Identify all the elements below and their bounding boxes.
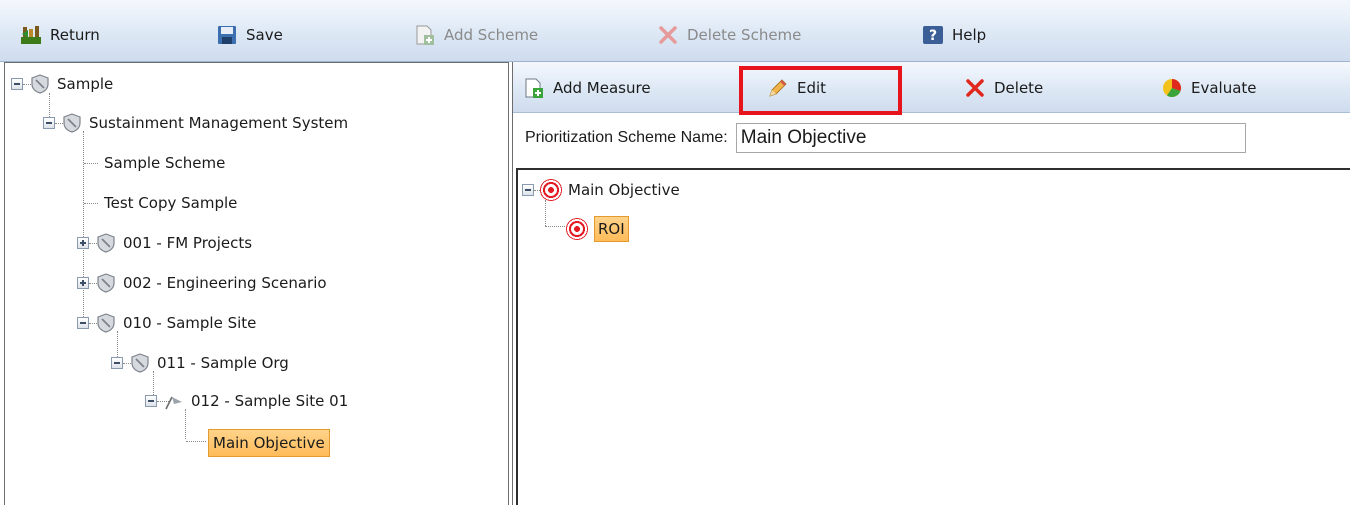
tree-label: 002 - Engineering Scenario bbox=[123, 274, 327, 292]
delete-button[interactable]: Delete bbox=[964, 75, 1043, 101]
delete-scheme-button[interactable]: Delete Scheme bbox=[657, 22, 801, 48]
collapse-toggle[interactable] bbox=[77, 317, 89, 329]
tree-node-sms[interactable]: Sustainment Management System bbox=[43, 111, 348, 135]
tree-label: Test Copy Sample bbox=[104, 194, 238, 212]
tree-node-001[interactable]: 001 - FM Projects bbox=[77, 231, 252, 255]
scheme-name-label: Prioritization Scheme Name: bbox=[525, 129, 728, 146]
tree-node-011[interactable]: 011 - Sample Org bbox=[111, 351, 289, 375]
evaluate-label: Evaluate bbox=[1191, 79, 1257, 97]
return-icon bbox=[20, 24, 42, 46]
scheme-name-row: Prioritization Scheme Name: bbox=[525, 122, 1246, 154]
evaluate-button[interactable]: Evaluate bbox=[1161, 75, 1257, 101]
return-button[interactable]: Return bbox=[20, 22, 100, 48]
expand-toggle[interactable] bbox=[77, 237, 89, 249]
collapse-toggle[interactable] bbox=[111, 357, 123, 369]
delete-scheme-label: Delete Scheme bbox=[687, 26, 802, 44]
tree-node-main-objective[interactable]: Main Objective bbox=[208, 427, 330, 459]
flag-icon bbox=[165, 396, 182, 410]
add-document-icon bbox=[414, 24, 436, 46]
delete-label: Delete bbox=[994, 79, 1044, 97]
target-icon bbox=[540, 179, 562, 201]
collapse-toggle[interactable] bbox=[11, 78, 23, 90]
main-toolbar: Return Save Add Scheme Delete Scheme ? H… bbox=[0, 0, 1350, 62]
tree-label: 012 - Sample Site 01 bbox=[191, 392, 349, 410]
collapse-toggle[interactable] bbox=[43, 117, 55, 129]
tree-node-sample-scheme[interactable]: Sample Scheme bbox=[104, 151, 225, 175]
target-icon bbox=[566, 218, 588, 240]
tree-node-012[interactable]: 012 - Sample Site 01 bbox=[145, 389, 348, 413]
objective-tree-area: Main Objective ROI bbox=[516, 168, 1350, 505]
tree-label-selected: Main Objective bbox=[208, 429, 330, 457]
collapse-toggle[interactable] bbox=[145, 395, 157, 407]
save-icon bbox=[216, 24, 238, 46]
delete-icon bbox=[964, 77, 986, 99]
expand-toggle[interactable] bbox=[77, 277, 89, 289]
shield-icon bbox=[97, 273, 115, 293]
shield-icon bbox=[63, 113, 81, 133]
objective-label-selected: ROI bbox=[594, 216, 629, 242]
scheme-name-input[interactable] bbox=[735, 123, 1246, 153]
tree-label: 011 - Sample Org bbox=[157, 354, 289, 372]
add-scheme-button[interactable]: Add Scheme bbox=[414, 22, 538, 48]
shield-icon bbox=[97, 233, 115, 253]
return-label: Return bbox=[50, 26, 100, 44]
tree-label: Sustainment Management System bbox=[89, 114, 349, 132]
save-label: Save bbox=[246, 26, 283, 44]
add-measure-label: Add Measure bbox=[553, 79, 651, 97]
help-button[interactable]: ? Help bbox=[922, 22, 986, 48]
delete-icon bbox=[657, 24, 679, 46]
tree-label: Sample bbox=[57, 75, 114, 93]
tree-label: 001 - FM Projects bbox=[123, 234, 253, 252]
org-tree-pane: Sample Sustainment Management System Sam… bbox=[4, 62, 509, 505]
objective-node-main[interactable]: Main Objective bbox=[522, 178, 680, 202]
scheme-toolbar: Add Measure Edit Delete Evaluate bbox=[513, 62, 1350, 115]
tree-node-002[interactable]: 002 - Engineering Scenario bbox=[77, 271, 327, 295]
save-button[interactable]: Save bbox=[216, 22, 283, 48]
tree-node-test-copy-sample[interactable]: Test Copy Sample bbox=[104, 191, 237, 215]
edit-highlight-annotation bbox=[739, 66, 902, 115]
pie-chart-icon bbox=[1161, 77, 1183, 99]
tree-node-010[interactable]: 010 - Sample Site bbox=[77, 311, 256, 335]
objective-label: Main Objective bbox=[568, 181, 680, 199]
add-scheme-label: Add Scheme bbox=[444, 26, 539, 44]
add-document-icon bbox=[523, 77, 545, 99]
collapse-toggle[interactable] bbox=[522, 184, 534, 196]
help-label: Help bbox=[952, 26, 987, 44]
shield-icon bbox=[131, 353, 149, 373]
objective-node-roi[interactable]: ROI bbox=[566, 214, 629, 244]
svg-text:?: ? bbox=[929, 28, 937, 44]
tree-node-sample[interactable]: Sample bbox=[11, 72, 113, 96]
tree-label: 010 - Sample Site bbox=[123, 314, 257, 332]
shield-icon bbox=[97, 313, 115, 333]
tree-label: Sample Scheme bbox=[104, 154, 226, 172]
shield-icon bbox=[31, 74, 49, 94]
scheme-editor-pane: Add Measure Edit Delete Evaluate Priorit… bbox=[512, 62, 1350, 505]
add-measure-button[interactable]: Add Measure bbox=[523, 75, 651, 101]
help-icon: ? bbox=[922, 24, 944, 46]
